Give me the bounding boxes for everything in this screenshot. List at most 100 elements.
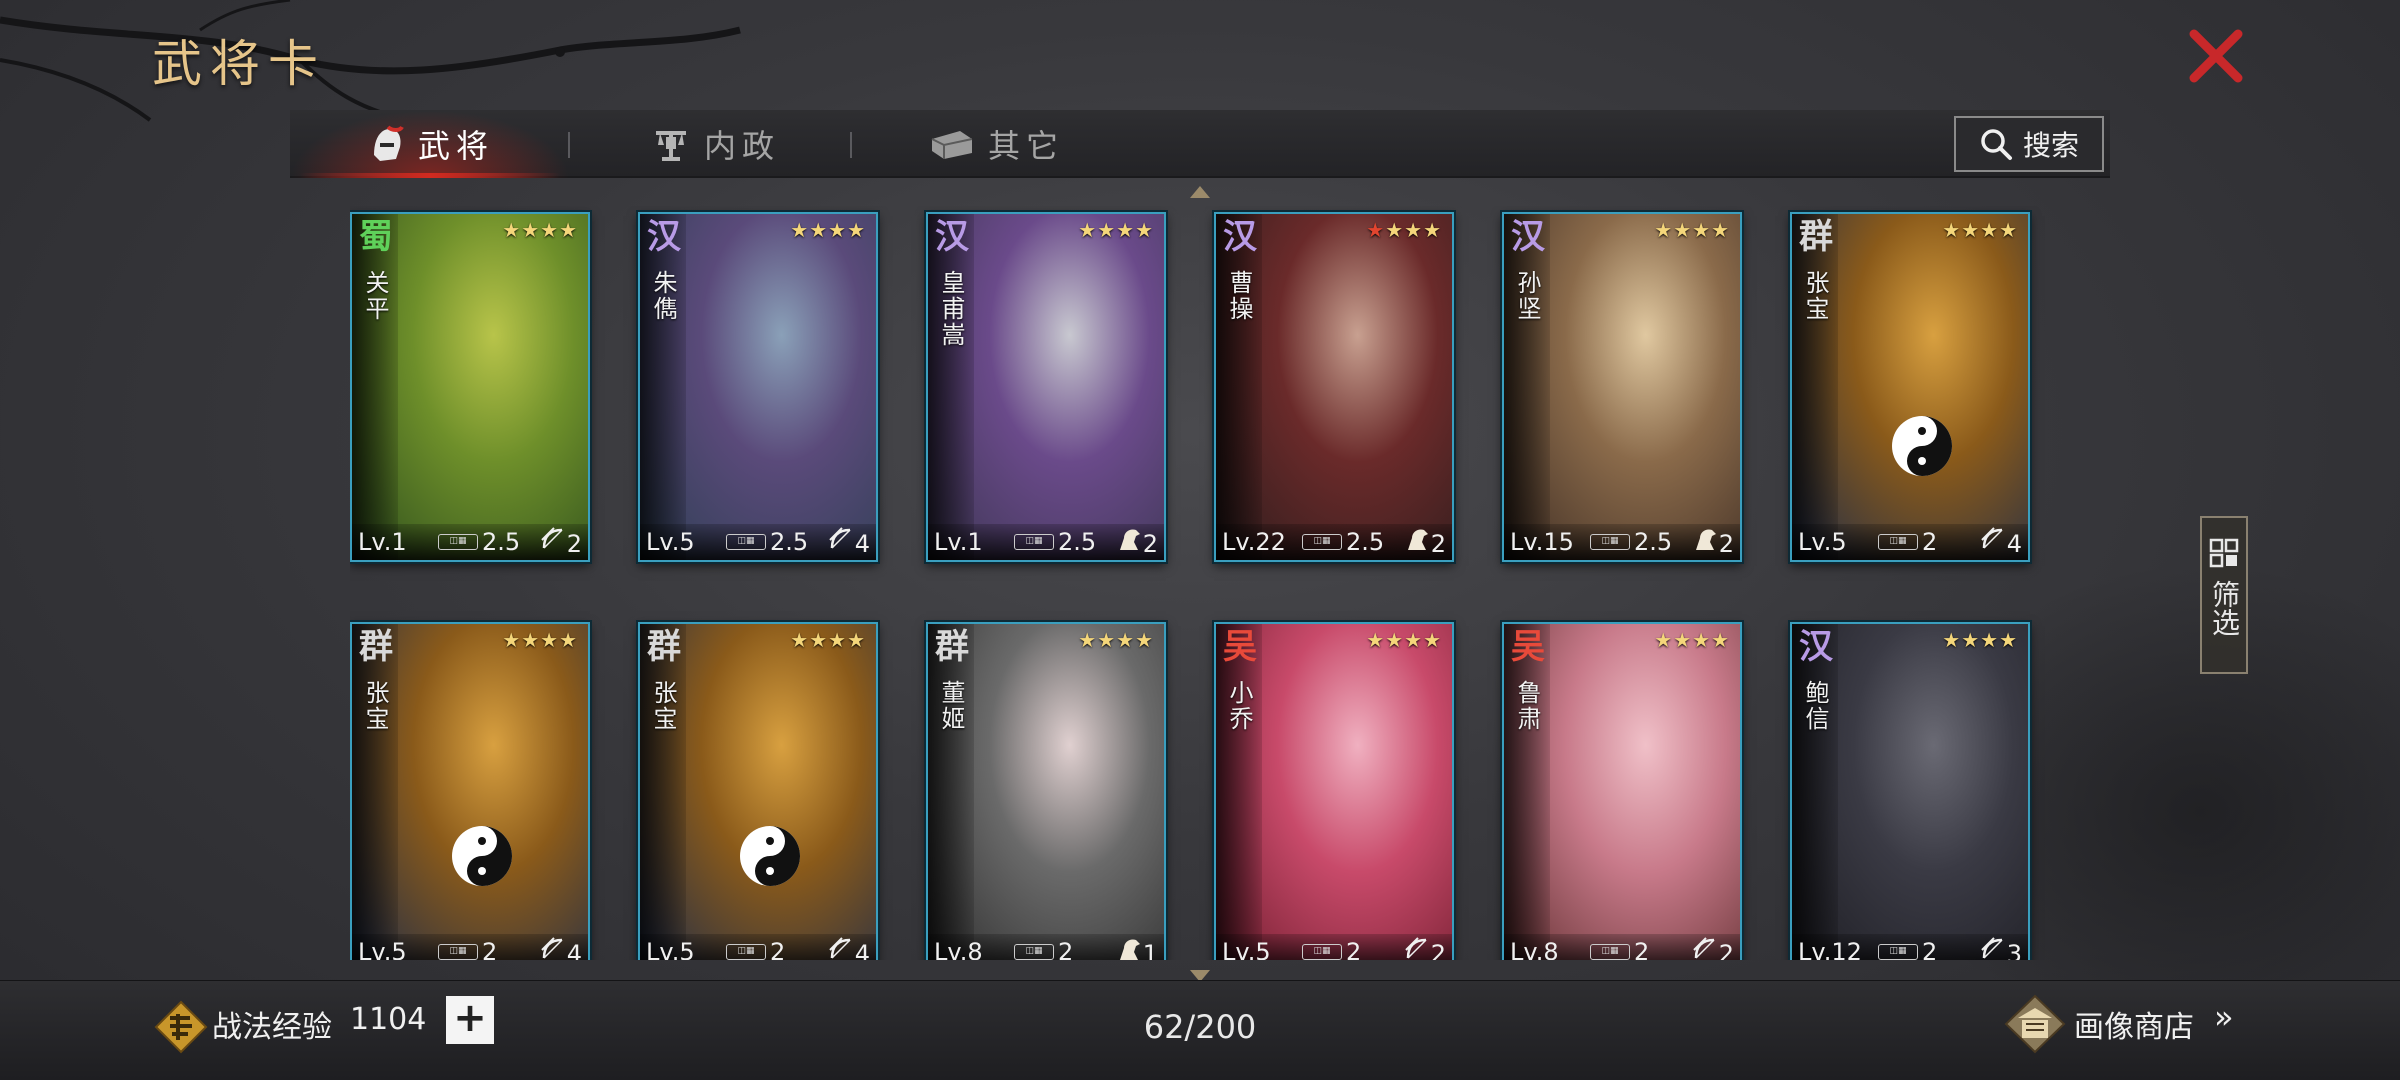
cost-icon: ◫▦ xyxy=(1878,534,1918,550)
general-level: Lv.1 xyxy=(358,528,407,556)
card-footer: Lv.8 ◫▦ 2 2 xyxy=(1504,934,1740,960)
bow-icon xyxy=(1981,527,2003,549)
general-level: Lv.15 xyxy=(1510,528,1574,556)
general-name: 张宝 xyxy=(361,680,389,732)
troop-count: 2 xyxy=(1718,940,1734,960)
tab-generals[interactable]: 武将 xyxy=(370,110,494,178)
add-exp-button[interactable]: + xyxy=(446,996,494,1044)
filter-button[interactable]: 筛选 xyxy=(2200,516,2248,674)
faction-badge: 汉 xyxy=(1799,627,1833,667)
tab-label: 武将 xyxy=(418,127,495,165)
cost-icon: ◫▦ xyxy=(1302,944,1342,960)
general-level: Lv.22 xyxy=(1222,528,1286,556)
troop-count: 2 xyxy=(1430,940,1446,960)
general-card[interactable]: 汉孙坚 ★★★★ Lv.15 ◫▦ 2.5 2 xyxy=(1502,212,1742,562)
star-rating: ★★★★ xyxy=(790,218,866,242)
horse-icon xyxy=(1408,529,1428,550)
tab-other[interactable]: 其它 xyxy=(930,110,1064,178)
faction-badge: 蜀 xyxy=(359,217,393,257)
general-level: Lv.12 xyxy=(1798,938,1862,960)
faction-badge: 群 xyxy=(935,627,969,667)
general-cost: 2.5 xyxy=(770,528,809,556)
troop-count: 2 xyxy=(1142,530,1158,558)
star-rating: ★★★★ xyxy=(1942,628,2018,652)
tactic-exp-icon xyxy=(154,1000,208,1054)
tactic-exp-value: 1104 xyxy=(350,1002,427,1037)
bundle-icon xyxy=(931,131,973,159)
general-card[interactable]: 汉朱儁 ★★★★ Lv.5 ◫▦ 2.5 4 xyxy=(638,212,878,562)
card-footer: Lv.5 ◫▦ 2 4 xyxy=(640,934,876,960)
general-level: Lv.8 xyxy=(934,938,983,960)
general-card[interactable]: 吴小乔 ★★★★ Lv.5 ◫▦ 2 2 xyxy=(1214,622,1454,960)
faction-badge: 汉 xyxy=(935,217,969,257)
general-name: 张宝 xyxy=(649,680,677,732)
general-card[interactable]: 群张宝 ★★★★ Lv.5 ◫▦ 2 4 xyxy=(1790,212,2030,562)
general-name: 鲍信 xyxy=(1801,680,1829,732)
star-rating: ★★★★ xyxy=(1366,628,1442,652)
cost-icon: ◫▦ xyxy=(1590,944,1630,960)
name-shade xyxy=(1216,624,1262,960)
card-footer: Lv.12 ◫▦ 2 3 xyxy=(1792,934,2028,960)
horse-icon xyxy=(1120,939,1140,960)
tab-label: 内政 xyxy=(704,127,781,165)
general-name: 鲁肃 xyxy=(1513,680,1541,732)
card-footer: Lv.1 ◫▦ 2.5 2 xyxy=(352,524,588,560)
name-shade xyxy=(1216,214,1262,560)
name-shade xyxy=(352,624,398,960)
star-rating: ★★★★ xyxy=(502,628,578,652)
general-name: 曹操 xyxy=(1225,270,1253,322)
search-button[interactable]: 搜索 xyxy=(1954,116,2104,172)
general-cost: 2 xyxy=(1634,938,1650,960)
star-rating: ★★★★ xyxy=(1654,218,1730,242)
yin-yang-icon xyxy=(740,826,800,886)
general-card[interactable]: 吴鲁肃 ★★★★ Lv.8 ◫▦ 2 2 xyxy=(1502,622,1742,960)
general-card[interactable]: 蜀关平 ★★★★ Lv.1 ◫▦ 2.5 2 xyxy=(350,212,590,562)
star-rating: ★★★★ xyxy=(1078,628,1154,652)
scroll-up-indicator xyxy=(1190,186,1210,198)
bow-icon xyxy=(1693,937,1715,959)
general-card[interactable]: 群董姬 ★★★★ Lv.8 ◫▦ 2 1 xyxy=(926,622,1166,960)
bow-icon xyxy=(541,527,563,549)
general-card[interactable]: 汉曹操 ★★★★ Lv.22 ◫▦ 2.5 2 xyxy=(1214,212,1454,562)
general-card[interactable]: 汉鲍信 ★★★★ Lv.12 ◫▦ 2 3 xyxy=(1790,622,2030,960)
general-name: 朱儁 xyxy=(649,270,677,322)
portrait-shop-link[interactable]: 画像商店 xyxy=(2074,1002,2194,1046)
grid-filter-icon xyxy=(2209,538,2239,568)
general-card[interactable]: 群张宝 ★★★★ Lv.5 ◫▦ 2 4 xyxy=(350,622,590,960)
general-cost: 2 xyxy=(1058,938,1074,960)
general-cost: 2 xyxy=(1922,528,1938,556)
general-cost: 2.5 xyxy=(1058,528,1097,556)
card-footer: Lv.15 ◫▦ 2.5 2 xyxy=(1504,524,1740,560)
name-shade xyxy=(640,624,686,960)
general-name: 董姬 xyxy=(937,680,965,732)
filter-label: 筛选 xyxy=(2208,580,2241,636)
general-name: 张宝 xyxy=(1801,270,1829,322)
cost-icon: ◫▦ xyxy=(726,534,766,550)
general-name: 小乔 xyxy=(1225,680,1253,732)
cost-icon: ◫▦ xyxy=(438,534,478,550)
faction-badge: 吴 xyxy=(1223,627,1257,667)
general-cost: 2 xyxy=(482,938,498,960)
general-cost: 2 xyxy=(1922,938,1938,960)
general-card-grid[interactable]: 蜀关平 ★★★★ Lv.1 ◫▦ 2.5 2 汉朱儁 ★★★★ Lv.5 ◫▦ 2.5 4 汉皇甫嵩 ★★… xyxy=(350,206,2050,960)
cost-icon: ◫▦ xyxy=(1302,534,1342,550)
card-footer: Lv.5 ◫▦ 2 4 xyxy=(1792,524,2028,560)
general-card[interactable]: 群张宝 ★★★★ Lv.5 ◫▦ 2 4 xyxy=(638,622,878,960)
tab-separator xyxy=(850,132,852,158)
close-icon[interactable] xyxy=(2186,28,2246,84)
general-cost: 2.5 xyxy=(482,528,521,556)
name-shade xyxy=(928,214,974,560)
general-card[interactable]: 汉皇甫嵩 ★★★★ Lv.1 ◫▦ 2.5 2 xyxy=(926,212,1166,562)
star-rating: ★★★★ xyxy=(1654,628,1730,652)
tactic-exp-label: 战法经验 xyxy=(212,1010,332,1045)
bow-icon xyxy=(829,527,851,549)
tab-label: 其它 xyxy=(988,127,1065,165)
tab-domestic[interactable]: 内政 xyxy=(652,110,780,178)
bow-icon xyxy=(541,937,563,959)
double-chevron-right-icon[interactable]: » xyxy=(2214,998,2234,1036)
general-level: Lv.1 xyxy=(934,528,983,556)
general-level: Lv.5 xyxy=(646,528,695,556)
card-footer: Lv.8 ◫▦ 2 1 xyxy=(928,934,1164,960)
portrait-shop-icon[interactable] xyxy=(2004,994,2066,1054)
cost-icon: ◫▦ xyxy=(1014,534,1054,550)
